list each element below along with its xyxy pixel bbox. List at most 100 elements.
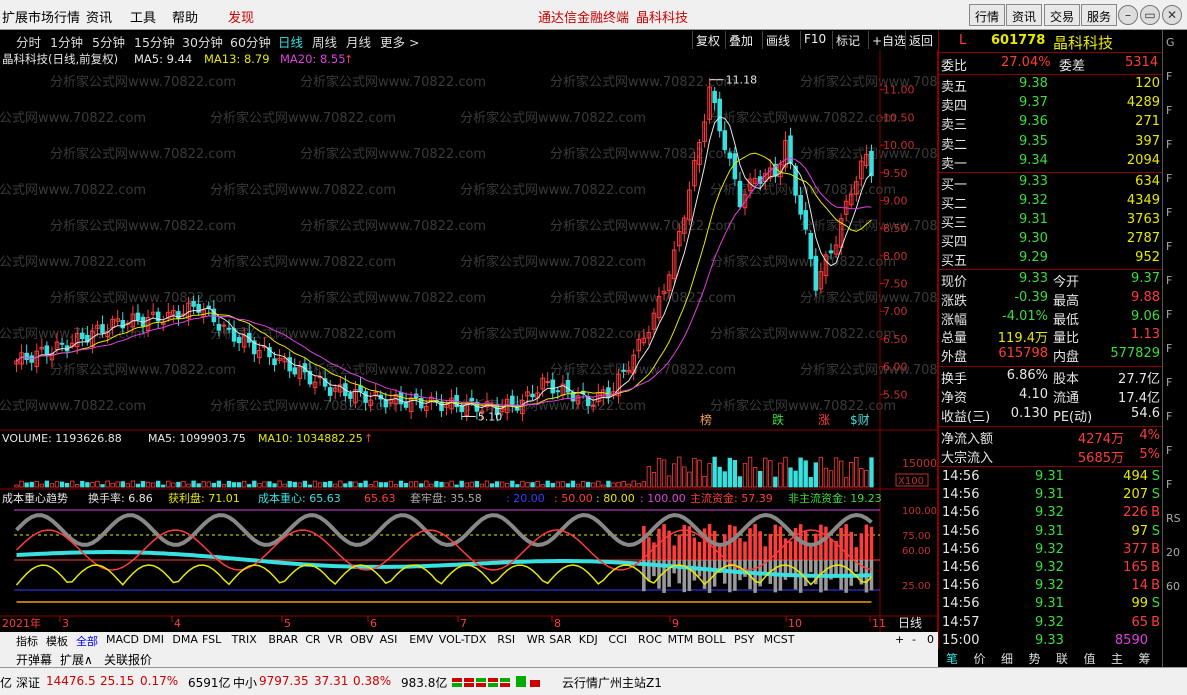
- restore-icon[interactable]: ▭: [1140, 5, 1160, 25]
- indicator-tab-dma[interactable]: DMA: [172, 633, 198, 646]
- smallcap-label[interactable]: 中小: [233, 674, 257, 691]
- edge-button-1[interactable]: F: [1166, 70, 1172, 83]
- kline-chart[interactable]: 分析家公式网www.70822.com 分析家公式网www.70822.com 分析…: [0, 50, 986, 632]
- chart-tool-4[interactable]: 标记: [832, 31, 863, 49]
- minimize-icon[interactable]: –: [1118, 5, 1138, 25]
- indicator-nav-2[interactable]: 0: [927, 633, 934, 646]
- menu-news[interactable]: 资讯: [86, 7, 112, 26]
- indicator-tab-指标[interactable]: 指标: [16, 633, 38, 649]
- indicator-tab-cci[interactable]: CCI: [608, 633, 627, 646]
- chart-tool-0[interactable]: 复权: [692, 31, 723, 49]
- indicator-tab-mtm[interactable]: MTM: [668, 633, 694, 646]
- indicator-tab-boll[interactable]: BOLL: [697, 633, 725, 646]
- edge-button-10[interactable]: F: [1166, 376, 1172, 389]
- indicator-tab-vr[interactable]: VR: [328, 633, 343, 646]
- chart-area[interactable]: 分析家公式网www.70822.com 分析家公式网www.70822.com 分析…: [0, 50, 986, 632]
- edge-button-2[interactable]: F: [1166, 104, 1172, 117]
- period-tab-6[interactable]: 日线: [278, 32, 303, 51]
- danmaku-toggle[interactable]: 开弹幕: [16, 651, 52, 668]
- indicator-tab-rsi[interactable]: RSI: [497, 633, 515, 646]
- quote-tabs: 笔价细势联值主筹: [938, 649, 1162, 667]
- period-tab-2[interactable]: 5分钟: [92, 32, 125, 51]
- chart-tool-2[interactable]: 画线: [762, 31, 793, 49]
- indicator-tab-obv[interactable]: OBV: [350, 633, 373, 646]
- trade-button[interactable]: 交易: [1044, 4, 1081, 26]
- related-quotes[interactable]: 关联报价: [104, 651, 152, 668]
- indicator-tab-全部[interactable]: 全部: [76, 633, 98, 649]
- event-tag[interactable]: 榜: [700, 412, 712, 427]
- expand-toggle[interactable]: 扩展∧: [60, 651, 93, 668]
- quote-tab-3[interactable]: 势: [1029, 650, 1041, 667]
- close-icon[interactable]: ✕: [1162, 5, 1182, 25]
- indicator-tab-macd[interactable]: MACD: [106, 633, 139, 646]
- indicator-tab-asi[interactable]: ASI: [380, 633, 398, 646]
- edge-button-3[interactable]: F: [1166, 138, 1172, 151]
- edge-button-6[interactable]: F: [1166, 240, 1172, 253]
- news-button[interactable]: 资讯: [1006, 4, 1043, 26]
- edge-button-16[interactable]: 60: [1166, 580, 1180, 593]
- menu-help[interactable]: 帮助: [172, 7, 198, 26]
- indicator-tab-roc[interactable]: ROC: [638, 633, 662, 646]
- indicator-tab-fsl[interactable]: FSL: [202, 633, 221, 646]
- edge-button-14[interactable]: RS: [1166, 512, 1181, 525]
- edge-button-4[interactable]: F: [1166, 172, 1172, 185]
- service-button[interactable]: 服务: [1081, 4, 1118, 26]
- period-tab-4[interactable]: 30分钟: [182, 32, 223, 51]
- edge-button-9[interactable]: F: [1166, 342, 1172, 355]
- promo-terminal[interactable]: 通达信金融终端: [538, 7, 629, 26]
- indicator-tab-模板[interactable]: 模板: [46, 633, 68, 649]
- quote-tab-7[interactable]: 筹: [1139, 650, 1151, 667]
- chart-tool-3[interactable]: F10: [800, 31, 829, 49]
- server-label[interactable]: 云行情广州主站Z1: [562, 674, 662, 691]
- indicator-tab-brar[interactable]: BRAR: [268, 633, 298, 646]
- edge-button-15[interactable]: 20: [1166, 546, 1180, 559]
- edge-button-12[interactable]: F: [1166, 444, 1172, 457]
- indicator-nav-1[interactable]: -: [912, 633, 916, 646]
- quote-tab-5[interactable]: 值: [1084, 650, 1096, 667]
- period-tab-8[interactable]: 月线: [346, 32, 371, 51]
- event-tag[interactable]: 跌: [772, 412, 784, 427]
- period-tab-1[interactable]: 1分钟: [50, 32, 83, 51]
- indicator-tab-vol-tdx[interactable]: VOL-TDX: [439, 633, 487, 646]
- indicator-tab-kdj[interactable]: KDJ: [579, 633, 598, 646]
- quote-button[interactable]: 行情: [969, 4, 1006, 26]
- period-tab-9[interactable]: 更多 >: [380, 32, 419, 51]
- menu-extended-market[interactable]: 扩展市场行情: [2, 7, 80, 26]
- stock-code: 601778: [991, 33, 1046, 48]
- chart-tool-1[interactable]: 叠加: [725, 31, 756, 49]
- edge-button-0[interactable]: G: [1166, 36, 1175, 49]
- edge-button-7[interactable]: F: [1166, 274, 1172, 287]
- promo-stock[interactable]: 晶科科技: [636, 7, 688, 26]
- menu-discover[interactable]: 发现: [228, 7, 254, 26]
- indicator-tab-cr[interactable]: CR: [305, 633, 320, 646]
- event-tag[interactable]: 涨: [818, 412, 830, 427]
- indicator-tab-wr[interactable]: WR: [527, 633, 546, 646]
- indicator-nav-0[interactable]: +: [895, 633, 904, 646]
- indicator-tab-dmi[interactable]: DMI: [143, 633, 164, 646]
- menu-tools[interactable]: 工具: [130, 7, 156, 26]
- chart-tool-6[interactable]: 返回: [905, 31, 936, 49]
- quote-tab-0[interactable]: 笔: [946, 650, 958, 667]
- quote-tab-6[interactable]: 主: [1111, 650, 1123, 667]
- candle-body: [788, 135, 793, 164]
- indicator-tab-emv[interactable]: EMV: [409, 633, 433, 646]
- stat-label: 现价: [941, 275, 968, 290]
- shenzhen-label[interactable]: 深证: [16, 674, 40, 691]
- indicator-tab-trix[interactable]: TRIX: [232, 633, 257, 646]
- period-tab-3[interactable]: 15分钟: [134, 32, 175, 51]
- edge-button-13[interactable]: F: [1166, 478, 1172, 491]
- indicator-tab-psy[interactable]: PSY: [734, 633, 754, 646]
- period-tab-7[interactable]: 周线: [312, 32, 337, 51]
- indicator-tab-mcst[interactable]: MCST: [764, 633, 795, 646]
- quote-tab-2[interactable]: 细: [1001, 650, 1013, 667]
- edge-button-8[interactable]: F: [1166, 308, 1172, 321]
- event-tag[interactable]: $财: [850, 413, 870, 427]
- chart-tool-5[interactable]: +自选: [868, 31, 909, 49]
- quote-tab-4[interactable]: 联: [1056, 650, 1068, 667]
- quote-tab-1[interactable]: 价: [974, 650, 986, 667]
- period-tab-0[interactable]: 分时: [16, 32, 41, 51]
- period-tab-5[interactable]: 60分钟: [230, 32, 271, 51]
- edge-button-11[interactable]: F: [1166, 410, 1172, 423]
- edge-button-5[interactable]: F: [1166, 206, 1172, 219]
- indicator-tab-sar[interactable]: SAR: [549, 633, 571, 646]
